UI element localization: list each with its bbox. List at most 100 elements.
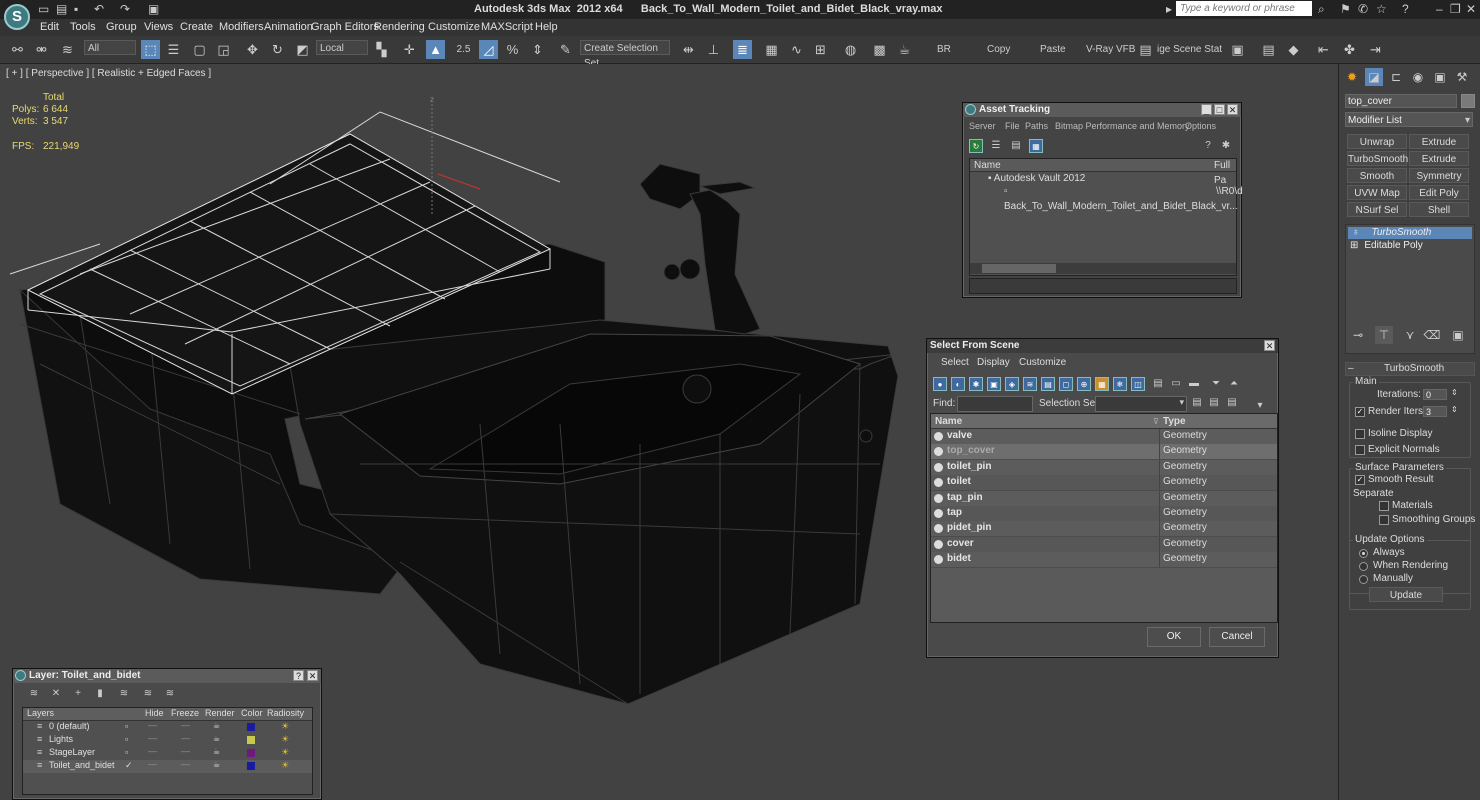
display-all-icon[interactable]: ▤	[1151, 377, 1165, 391]
explicit-normals-checkbox[interactable]	[1355, 445, 1365, 455]
search-input[interactable]: Type a keyword or phrase	[1176, 1, 1312, 16]
table-row[interactable]: toilet Geometry	[931, 475, 1277, 492]
align-icon[interactable]: ⊥	[704, 40, 723, 59]
close-button[interactable]: ✕	[307, 670, 318, 681]
hierarchy-tab-icon[interactable]: ⊏	[1387, 68, 1405, 86]
edit-poly-button[interactable]: Edit Poly	[1409, 185, 1469, 200]
menu-paths[interactable]: Paths	[1025, 121, 1048, 131]
menu-options[interactable]: Options	[1185, 121, 1216, 131]
hide-toggle[interactable]: ––	[148, 734, 157, 743]
pivot-center-icon[interactable]: ▚	[372, 40, 391, 59]
mirror-icon[interactable]: ⇹	[679, 40, 698, 59]
context-help-icon[interactable]: ✱	[1219, 139, 1233, 153]
scene-states-button[interactable]: ige Scene Stat	[1157, 44, 1222, 55]
render-iters-spinner[interactable]: 3	[1423, 406, 1447, 417]
menu-maxscript[interactable]: MAXScript	[481, 21, 533, 33]
table-row[interactable]: top_cover Geometry	[931, 444, 1277, 461]
ok-button[interactable]: OK	[1147, 627, 1201, 647]
bind-space-warp-icon[interactable]: ≋	[58, 40, 77, 59]
undo-icon[interactable]: ↶	[94, 2, 104, 16]
favorites-icon[interactable]: ☆	[1376, 2, 1387, 16]
table-row[interactable]: tap_pin Geometry	[931, 490, 1277, 507]
isoline-display-checkbox[interactable]	[1355, 429, 1365, 439]
angle-snap-icon[interactable]: ◿	[479, 40, 498, 59]
menu-graph-editors[interactable]: Graph Editors	[311, 21, 379, 33]
display-tab-icon[interactable]: ▣	[1431, 68, 1449, 86]
pin-stack-icon[interactable]: ⊸	[1349, 326, 1367, 344]
modifier-list-dropdown[interactable]: Modifier List ▾	[1345, 112, 1473, 127]
col-full-path-header[interactable]: Full Pa	[1214, 158, 1236, 186]
render-setup-icon[interactable]: ▩	[870, 40, 889, 59]
schematic-view-icon[interactable]: ⊞	[811, 40, 830, 59]
menu-bitmap-performance[interactable]: Bitmap Performance and Memory	[1055, 121, 1190, 131]
smoothing-groups-checkbox[interactable]	[1379, 515, 1389, 525]
selection-set-dropdown[interactable]: ▾	[1095, 396, 1187, 412]
list-view-icon[interactable]: ☰	[989, 139, 1003, 153]
utilities-tab-icon[interactable]: ⚒	[1453, 68, 1471, 86]
render-iters-checkbox[interactable]: ✓	[1355, 407, 1365, 417]
open-file-icon[interactable]: ▤	[56, 2, 67, 16]
menu-server[interactable]: Server	[969, 121, 996, 131]
hide-toggle[interactable]: ––	[148, 721, 157, 730]
turbosmooth-rollout-header[interactable]: – TurboSmooth	[1345, 362, 1475, 376]
create-tab-icon[interactable]: ✹	[1343, 68, 1361, 86]
render-teapot-icon[interactable]: ☕	[213, 747, 220, 756]
curve-editor-icon[interactable]: ∿	[787, 40, 806, 59]
snaps-toggle-icon[interactable]: 2.5	[454, 40, 473, 59]
maximize-button[interactable]: □	[1214, 104, 1225, 115]
when-rendering-radio[interactable]	[1359, 562, 1368, 571]
hide-all-icon[interactable]: ≋	[141, 687, 155, 701]
select-by-name-icon[interactable]: ☰	[164, 40, 183, 59]
display-invert-icon[interactable]: ▬	[1187, 377, 1201, 391]
expand-icon[interactable]: ⊞	[1350, 240, 1358, 251]
stack-item-turbosmooth[interactable]: ♁ TurboSmooth	[1348, 227, 1472, 239]
display-frozen-icon[interactable]: ❄	[1113, 377, 1127, 391]
menu-animation[interactable]: Animation	[264, 21, 313, 33]
save-file-icon[interactable]: ▪	[74, 2, 78, 16]
col-render-header[interactable]: Render	[205, 706, 235, 721]
key-prev-icon[interactable]: ⇤	[1314, 40, 1333, 59]
layer-row[interactable]: ≡ Lights ▫ –– –– ☕ ☀	[23, 734, 312, 747]
menu-rendering[interactable]: Rendering	[374, 21, 425, 33]
app-menu-icon[interactable]: S	[4, 4, 30, 30]
restore-button[interactable]: ❐	[1450, 2, 1461, 16]
display-groups-icon[interactable]: ▤	[1041, 377, 1055, 391]
selection-set-select-icon[interactable]: ▤	[1225, 396, 1239, 410]
stack-item-editable-poly[interactable]: ⊞ Editable Poly	[1348, 240, 1472, 252]
extrude-button[interactable]: Extrude	[1409, 134, 1469, 149]
remove-modifier-icon[interactable]: ⌫	[1423, 326, 1441, 344]
cancel-button[interactable]: Cancel	[1209, 627, 1265, 647]
menu-views[interactable]: Views	[144, 21, 173, 33]
layer-color-swatch[interactable]	[247, 723, 255, 731]
make-unique-icon[interactable]: ⋎	[1401, 326, 1419, 344]
col-layers-header[interactable]: Layers	[27, 706, 54, 721]
freeze-toggle[interactable]: ––	[181, 747, 190, 756]
layer-manager-icon[interactable]: ≣	[733, 40, 752, 59]
asset-row-file[interactable]: ▫ Back_To_Wall_Modern_Toilet_and_Bidet_B…	[1004, 184, 1238, 212]
create-layer-icon[interactable]: ≋	[27, 687, 41, 701]
motion-tab-icon[interactable]: ◉	[1409, 68, 1427, 86]
select-and-move-icon[interactable]: ✥	[243, 40, 262, 59]
col-hide-header[interactable]: Hide	[145, 706, 164, 721]
br-button[interactable]: BR	[937, 44, 951, 55]
select-manipulate-icon[interactable]: ✛	[400, 40, 419, 59]
render-teapot-icon[interactable]: ☕	[213, 760, 220, 769]
menu-tools[interactable]: Tools	[70, 21, 96, 33]
asset-tracking-titlebar[interactable]: Asset Tracking	[963, 103, 1241, 117]
layer-row[interactable]: ≡ StageLayer ▫ –– –– ☕ ☀	[23, 747, 312, 760]
turbosmooth-button[interactable]: TurboSmooth	[1347, 151, 1408, 166]
menu-display[interactable]: Display	[977, 357, 1010, 368]
percent-snap-icon[interactable]: %	[503, 40, 522, 59]
vray-vfb-button[interactable]: V-Ray VFB	[1086, 44, 1135, 55]
close-button[interactable]: ✕	[1466, 2, 1476, 16]
select-and-rotate-icon[interactable]: ↻	[268, 40, 287, 59]
edit-named-selection-icon[interactable]: ✎	[556, 40, 575, 59]
selection-set-add-icon[interactable]: ▤	[1190, 396, 1204, 410]
find-input[interactable]	[957, 396, 1033, 412]
display-lights-icon[interactable]: ✱	[969, 377, 983, 391]
table-row[interactable]: tap Geometry	[931, 506, 1277, 522]
layer-color-swatch[interactable]	[247, 762, 255, 770]
smooth-result-checkbox[interactable]: ✓	[1355, 475, 1365, 485]
help-button[interactable]: ?	[293, 670, 304, 681]
display-bones-icon[interactable]: ⊕	[1077, 377, 1091, 391]
